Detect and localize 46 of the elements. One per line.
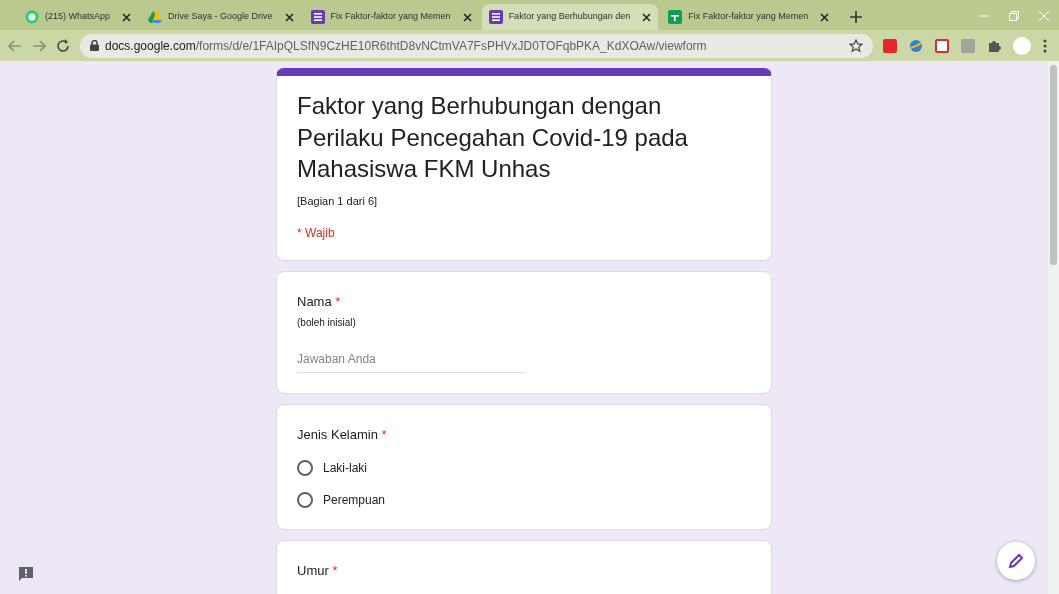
tab-title: Faktor yang Berhubungan den — [508, 10, 631, 24]
puzzle-icon[interactable] — [987, 38, 1001, 53]
pencil-icon — [1008, 553, 1024, 569]
close-icon[interactable] — [820, 12, 830, 22]
spreadsheet-icon — [668, 10, 683, 24]
edit-button[interactable] — [997, 542, 1035, 580]
globe-icon[interactable] — [909, 38, 923, 53]
feedback-icon[interactable] — [18, 566, 34, 582]
star-icon[interactable] — [849, 38, 863, 53]
menu-icon[interactable] — [1043, 38, 1047, 53]
required-note: * Wajib — [297, 224, 336, 242]
new-tab-icon[interactable] — [849, 10, 864, 24]
close-icon[interactable] — [462, 12, 472, 22]
section-label: [Bagian 1 dari 6] — [297, 194, 379, 209]
radio-button[interactable] — [297, 459, 313, 476]
close-icon[interactable] — [122, 12, 132, 22]
question-label: Nama * — [297, 292, 342, 311]
answer-field[interactable]: Jawaban Anda — [297, 346, 525, 373]
browser-tab[interactable]: (215) WhatsApp — [18, 4, 139, 30]
browser-tab[interactable]: Fix Faktor-faktor yang Memen — [661, 4, 837, 30]
question-label: Umur * — [297, 561, 339, 580]
question-label: Jenis Kelamin * — [297, 426, 388, 444]
form-title: Faktor yang Berhubungan dengan Perilaku Pencegahan Covid-19 pada Mahasiswa FKM Unhas — [297, 91, 689, 185]
address-bar[interactable]: docs.google.com/forms/d/e/1FAIpQLSfN9CzHE10R6thtD8vNCtmVA7FsPHVxJD0TOFqbPKA_KdXOAw/viewform — [80, 33, 873, 58]
extension-icon[interactable] — [883, 38, 897, 53]
triangle-icon — [148, 10, 163, 24]
scrollbar[interactable] — [1048, 61, 1059, 594]
radio-option[interactable]: Perempuan — [297, 490, 751, 509]
tab-title: (215) WhatsApp — [45, 10, 111, 24]
form-icon — [310, 10, 325, 24]
browser-tab[interactable]: Faktor yang Berhubungan den — [481, 4, 659, 30]
browser-tab[interactable]: Fix Faktor-faktor yang Memen — [303, 4, 479, 30]
form-icon — [488, 10, 503, 24]
tab-title: Fix Faktor-faktor yang Memen — [330, 10, 451, 24]
reload-icon[interactable] — [56, 38, 70, 53]
radio-option[interactable]: Laki-laki — [297, 458, 751, 477]
close-icon[interactable] — [642, 12, 652, 22]
tab-title: Fix Faktor-faktor yang Memen — [688, 10, 809, 24]
radio-button[interactable] — [297, 491, 313, 508]
url-text: docs.google.com/forms/d/e/1FAIpQLSfN9CzHE10R6thtD8vNCtmVA7FsPHVxJD0TOFqbPKA_KdXOAw/viewform — [105, 37, 708, 55]
close-icon[interactable] — [284, 12, 294, 22]
lock-icon[interactable] — [90, 40, 99, 51]
browser-tab[interactable]: Drive Saya - Google Drive — [141, 4, 301, 30]
scrollbar-thumb[interactable] — [1050, 65, 1057, 265]
tab-title: Drive Saya - Google Drive — [168, 10, 273, 24]
question-description: (boleh inisial) — [297, 316, 357, 330]
